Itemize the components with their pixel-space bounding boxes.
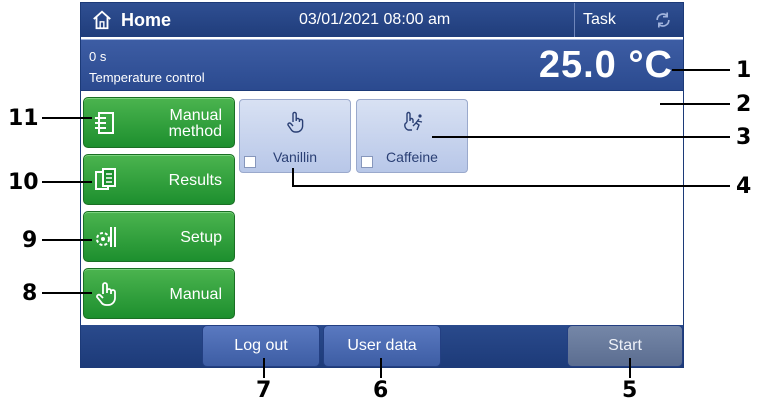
task-label: Task bbox=[583, 11, 616, 28]
callout-4: 4 bbox=[736, 174, 752, 199]
hand-pointer-icon bbox=[287, 111, 304, 133]
user-data-button[interactable]: User data bbox=[323, 325, 441, 367]
callout-line-8 bbox=[42, 292, 92, 294]
top-bar: Home 03/01/2021 08:00 am Task bbox=[81, 3, 683, 37]
callout-11: 11 bbox=[8, 106, 39, 131]
manual-method-label: Manual method bbox=[168, 107, 222, 140]
manual-method-button[interactable]: Manual method bbox=[83, 97, 235, 148]
shortcut-vanillin[interactable]: Vanillin bbox=[239, 99, 351, 173]
callout-line-2 bbox=[660, 103, 730, 105]
elapsed-time: 0 s bbox=[89, 49, 107, 64]
results-label: Results bbox=[168, 172, 222, 189]
callout-line-7 bbox=[263, 358, 265, 378]
callout-6: 6 bbox=[373, 378, 389, 403]
callout-line-10 bbox=[42, 181, 92, 183]
setup-icon bbox=[96, 227, 116, 247]
callout-line-9 bbox=[42, 239, 92, 241]
status-info-bar[interactable]: 0 s Temperature control 25.0 °C bbox=[81, 39, 683, 91]
callout-line-11 bbox=[42, 117, 92, 119]
callout-5: 5 bbox=[622, 378, 638, 403]
setup-button[interactable]: Setup bbox=[83, 211, 235, 262]
home-button[interactable]: Home bbox=[91, 3, 171, 37]
callout-line-4b bbox=[292, 185, 730, 187]
start-button[interactable]: Start bbox=[567, 325, 683, 367]
callout-line-4a bbox=[292, 168, 294, 186]
logout-button[interactable]: Log out bbox=[202, 325, 320, 367]
results-icon bbox=[95, 168, 116, 190]
bottom-bar: Log out User data Start bbox=[81, 325, 683, 367]
temperature-readout: 25.0 °C bbox=[538, 44, 673, 86]
callout-8: 8 bbox=[22, 281, 38, 306]
page-title: Home bbox=[121, 9, 172, 30]
callout-7: 7 bbox=[256, 378, 272, 403]
results-button[interactable]: Results bbox=[83, 154, 235, 205]
shortcut-label-caffeine: Caffeine bbox=[386, 149, 438, 165]
setup-label: Setup bbox=[180, 229, 222, 246]
refresh-icon bbox=[656, 12, 670, 28]
datetime-display: 03/01/2021 08:00 am bbox=[299, 11, 451, 28]
shortcut-label-vanillin: Vanillin bbox=[272, 149, 318, 165]
callout-line-1 bbox=[672, 69, 730, 71]
manual-button[interactable]: Manual bbox=[83, 268, 235, 319]
manual-label: Manual bbox=[169, 286, 222, 303]
status-label: Temperature control bbox=[89, 70, 205, 85]
shortcut-arrow-icon bbox=[244, 156, 256, 168]
callout-2: 2 bbox=[736, 92, 752, 117]
callout-line-5 bbox=[629, 358, 631, 378]
callout-1: 1 bbox=[736, 58, 752, 83]
shortcut-arrow-icon bbox=[361, 156, 373, 168]
hand-run-icon bbox=[404, 111, 423, 131]
task-button[interactable]: Task bbox=[574, 3, 683, 37]
callout-line-3 bbox=[432, 136, 730, 138]
manual-hand-icon bbox=[96, 282, 116, 306]
callout-10: 10 bbox=[8, 170, 39, 195]
callout-line-6 bbox=[380, 358, 382, 378]
home-icon bbox=[93, 10, 111, 30]
method-icon bbox=[95, 112, 114, 134]
callout-3: 3 bbox=[736, 125, 752, 150]
callout-9: 9 bbox=[22, 228, 38, 253]
